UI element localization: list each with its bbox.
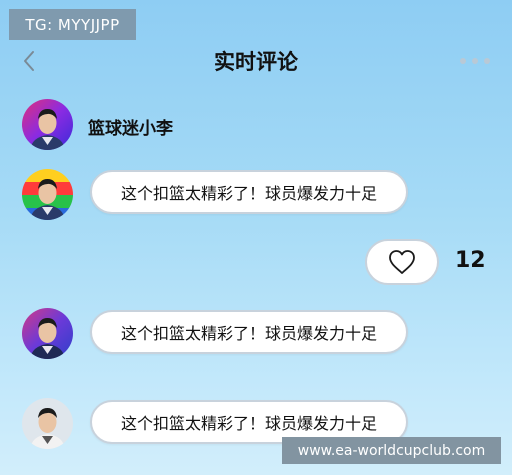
comment-bubble: 这个扣篮太精彩了！球员爆发力十足 <box>90 310 408 354</box>
heart-icon <box>389 250 415 274</box>
like-button[interactable] <box>365 239 439 285</box>
avatar[interactable] <box>22 308 73 359</box>
page-title: 实时评论 <box>214 50 298 74</box>
avatar[interactable] <box>22 398 73 449</box>
watermark-label: TG: MYYJJPP <box>9 9 136 40</box>
like-count: 12 <box>455 248 486 273</box>
username: 篮球迷小李 <box>88 119 173 139</box>
comment-bubble: 这个扣篮太精彩了！球员爆发力十足 <box>90 170 408 214</box>
avatar[interactable] <box>22 99 73 150</box>
avatar[interactable] <box>22 169 73 220</box>
more-dots-icon[interactable] <box>458 56 492 66</box>
watermark-url: www.ea-worldcupclub.com <box>282 437 501 464</box>
